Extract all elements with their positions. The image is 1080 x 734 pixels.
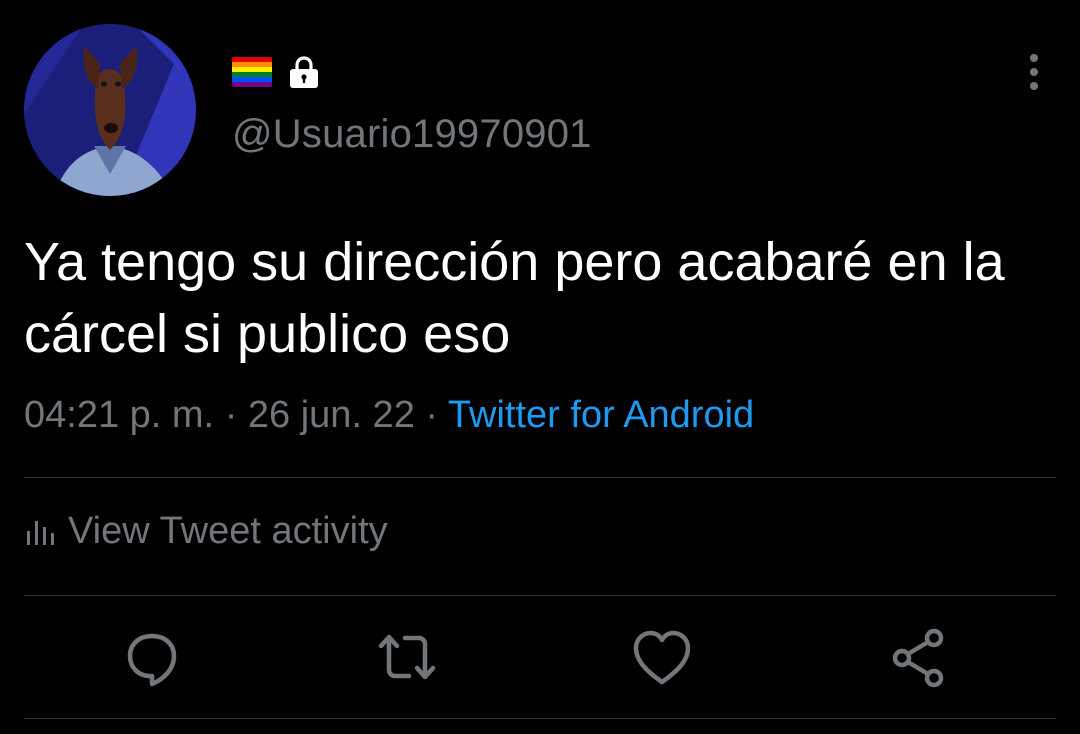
action-bar [0, 626, 1080, 690]
lock-icon [290, 56, 318, 88]
dog-portrait-image [24, 24, 196, 196]
meta-separator: · [425, 394, 439, 436]
tweet-meta: 04:21 p. m. · 26 jun. 22 · Twitter for A… [24, 394, 754, 437]
user-badges [232, 54, 322, 90]
divider [24, 595, 1056, 596]
tweet-detail: @Usuario19970901 Ya tengo su dirección p… [0, 0, 1080, 734]
divider [24, 718, 1056, 719]
tweet-text: Ya tengo su dirección pero acabaré en la… [24, 232, 1005, 364]
analytics-icon [27, 520, 54, 545]
retweet-icon[interactable] [375, 626, 439, 690]
tweet-date: 26 jun. 22 [247, 394, 415, 436]
divider [24, 477, 1056, 478]
reply-icon[interactable] [120, 626, 184, 690]
tweet-time: 04:21 p. m. [24, 394, 215, 436]
rainbow-flag-icon [232, 57, 272, 87]
share-icon[interactable] [886, 626, 950, 690]
more-options-icon[interactable] [1016, 50, 1052, 94]
tweet-source-link[interactable]: Twitter for Android [448, 394, 754, 436]
user-handle[interactable]: @Usuario19970901 [232, 112, 592, 157]
view-activity-label: View Tweet activity [68, 510, 388, 552]
like-icon[interactable] [630, 626, 694, 690]
meta-separator: · [224, 394, 238, 436]
avatar[interactable] [24, 24, 196, 196]
view-activity-button[interactable]: View Tweet activity [24, 510, 388, 553]
